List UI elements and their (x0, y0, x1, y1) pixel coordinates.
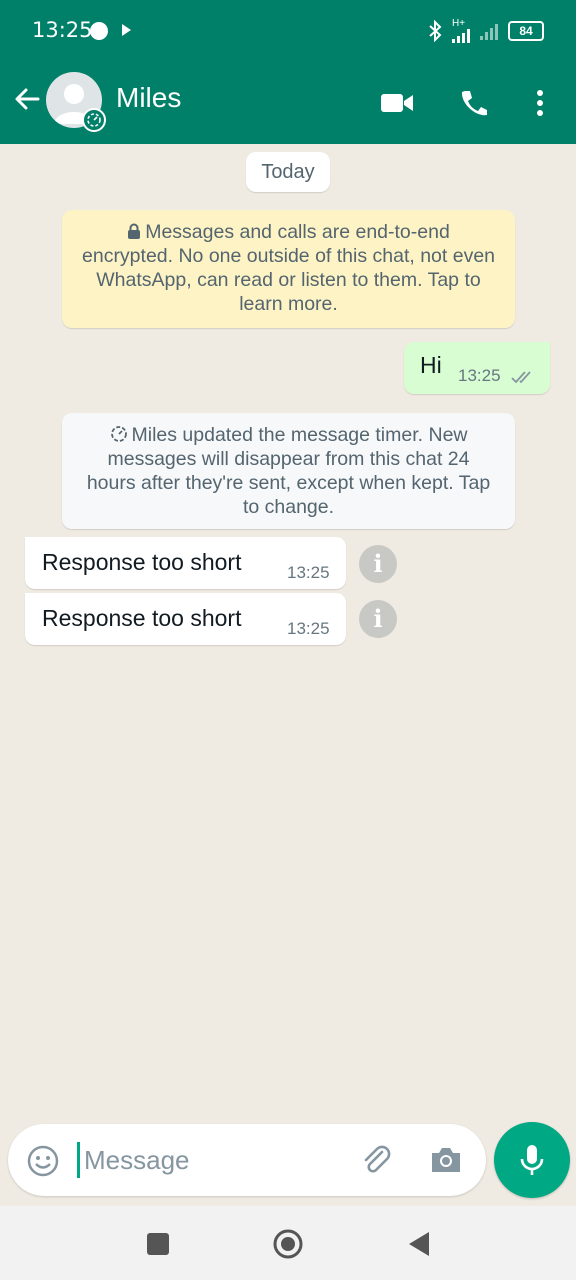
paperclip-icon (364, 1145, 391, 1173)
recents-square-icon (147, 1233, 169, 1255)
more-options-button[interactable] (523, 86, 557, 120)
incoming-message[interactable]: Response too short 13:25 (25, 537, 346, 589)
timer-notice[interactable]: Miles updated the message timer. New mes… (62, 413, 515, 529)
disappearing-timer-icon (82, 108, 106, 132)
attach-button[interactable] (358, 1142, 394, 1178)
back-triangle-icon (409, 1232, 429, 1256)
home-button[interactable] (272, 1228, 304, 1260)
play-icon (122, 24, 131, 36)
signal-icon-secondary (480, 22, 498, 40)
video-call-icon (381, 94, 413, 112)
lock-icon (128, 223, 141, 239)
message-text: Hi (420, 352, 442, 378)
message-time: 13:25 (458, 366, 501, 385)
notification-dot-icon (90, 22, 108, 40)
battery-icon: 84 (508, 21, 544, 41)
bluetooth-icon (429, 20, 442, 42)
message-time: 13:25 (287, 619, 330, 638)
timer-notice-text: Miles updated the message timer. New mes… (86, 424, 491, 518)
message-text: Response too short (42, 605, 242, 631)
message-time: 13:25 (287, 563, 330, 582)
status-time: 13:25 (32, 18, 93, 42)
outgoing-message[interactable]: Hi 13:25 (404, 342, 550, 394)
network-indicator: H+ (452, 19, 470, 43)
emoji-button[interactable] (26, 1144, 60, 1178)
message-composer (8, 1124, 486, 1196)
contact-name[interactable]: Miles (116, 82, 181, 114)
home-circle-icon (273, 1229, 303, 1259)
recents-button[interactable] (142, 1228, 174, 1260)
chat-area[interactable]: Today Messages and calls are end-to-end … (0, 144, 576, 1119)
network-type-label: H+ (452, 18, 466, 29)
encryption-notice-text: Messages and calls are end-to-end encryp… (82, 221, 496, 315)
date-chip: Today (246, 152, 330, 192)
video-call-button[interactable] (380, 86, 414, 120)
microphone-icon (520, 1145, 544, 1175)
more-vertical-icon (537, 90, 543, 116)
arrow-left-icon (15, 88, 40, 110)
incoming-message[interactable]: Response too short 13:25 (25, 593, 346, 645)
microphone-button[interactable] (494, 1122, 570, 1198)
encryption-notice[interactable]: Messages and calls are end-to-end encryp… (62, 210, 515, 328)
info-icon[interactable]: i (359, 600, 397, 638)
back-nav-button[interactable] (402, 1228, 434, 1260)
info-icon[interactable]: i (359, 545, 397, 583)
status-bar: 13:25 H+ 84 (0, 0, 576, 62)
camera-icon (432, 1148, 460, 1172)
voice-call-icon (461, 91, 487, 116)
message-input[interactable] (84, 1138, 354, 1182)
text-cursor (77, 1142, 80, 1178)
signal-icon (452, 29, 470, 43)
status-icons: H+ 84 (428, 18, 544, 44)
timer-icon (110, 426, 127, 442)
system-navigation-bar (0, 1206, 576, 1280)
emoji-icon (27, 1145, 59, 1177)
chat-header: Miles (0, 62, 576, 144)
double-check-icon (511, 371, 531, 384)
back-button[interactable] (12, 84, 42, 114)
camera-button[interactable] (428, 1142, 464, 1178)
voice-call-button[interactable] (456, 86, 490, 120)
message-text: Response too short (42, 549, 242, 575)
